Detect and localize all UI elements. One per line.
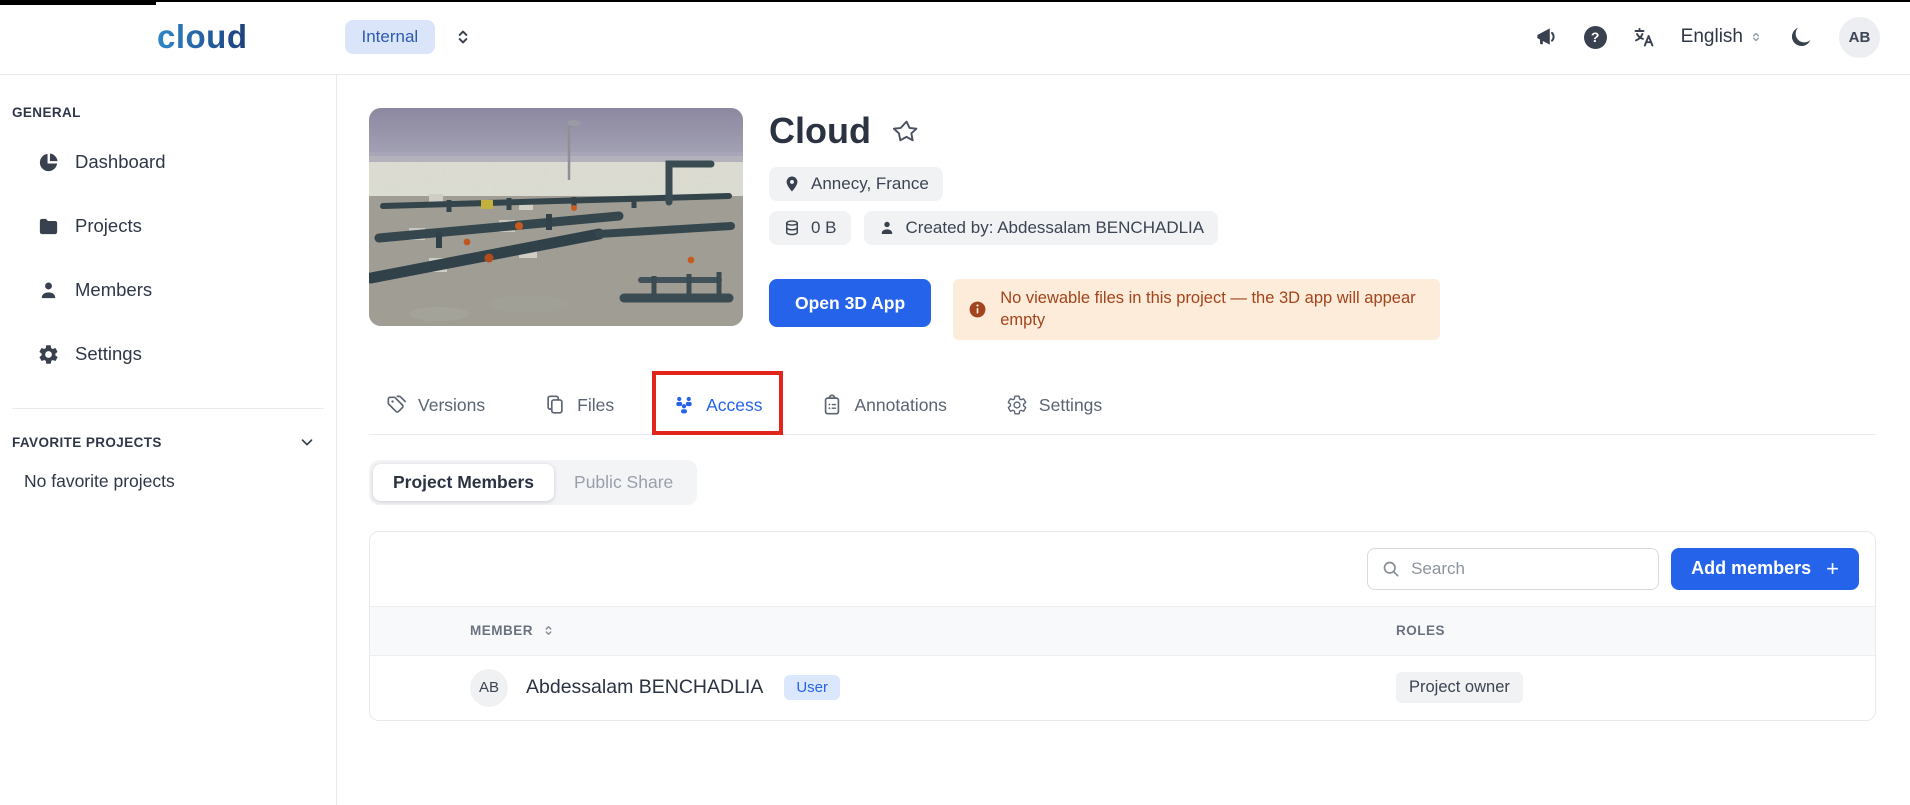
screenshot-top-bar xyxy=(0,0,156,5)
tag-icon xyxy=(385,394,407,416)
subtab-project-members[interactable]: Project Members xyxy=(373,463,555,501)
header-actions: ? English AB xyxy=(1533,16,1880,58)
table-row: AB Abdessalam BENCHADLIA User Project ow… xyxy=(370,655,1875,720)
user-avatar[interactable]: AB xyxy=(1839,16,1880,58)
megaphone-icon[interactable] xyxy=(1533,24,1559,50)
main-content: Cloud Annecy, France 0 B Created by: Abd… xyxy=(337,75,1910,805)
database-icon xyxy=(783,219,801,237)
project-thumbnail xyxy=(369,108,743,326)
tab-label: Files xyxy=(577,394,615,415)
chevron-updown-icon[interactable] xyxy=(453,27,473,47)
pie-chart-icon xyxy=(37,151,60,174)
files-icon xyxy=(544,394,566,416)
search-input[interactable] xyxy=(1411,558,1646,579)
favorites-empty-text: No favorite projects xyxy=(24,471,175,491)
gear-icon xyxy=(37,343,60,366)
sidebar-item-label: Members xyxy=(75,279,153,300)
sidebar-section-general: GENERAL xyxy=(12,105,81,120)
size-text: 0 B xyxy=(811,218,837,237)
tab-annotations[interactable]: Annotations xyxy=(821,394,947,416)
sort-icon xyxy=(541,623,556,638)
sidebar-item-label: Settings xyxy=(75,343,142,364)
sidebar-item-settings[interactable]: Settings xyxy=(0,322,336,386)
created-by-text: Created by: Abdessalam BENCHADLIA xyxy=(905,218,1205,237)
workspace-badge[interactable]: Internal xyxy=(344,20,436,54)
column-header-roles: ROLES xyxy=(1396,623,1446,639)
project-tabs: Versions Files Access Annotations Settin… xyxy=(369,371,1876,436)
dark-mode-icon[interactable] xyxy=(1788,24,1814,50)
member-role-badge: Project owner xyxy=(1396,672,1523,704)
open-3d-app-button[interactable]: Open 3D App xyxy=(769,279,932,327)
person-icon xyxy=(37,279,60,302)
created-by-badge: Created by: Abdessalam BENCHADLIA xyxy=(863,211,1219,245)
warning-text: No viewable files in this project — the … xyxy=(1000,289,1416,330)
tab-access[interactable]: Access xyxy=(652,371,784,436)
column-label: MEMBER xyxy=(470,623,533,639)
tab-label: Versions xyxy=(418,394,486,415)
warning-banner: No viewable files in this project — the … xyxy=(953,279,1441,340)
tab-settings[interactable]: Settings xyxy=(1006,394,1102,416)
tab-label: Access xyxy=(706,394,763,415)
tab-versions[interactable]: Versions xyxy=(385,394,485,416)
app-logo[interactable]: cloud xyxy=(157,18,248,56)
member-avatar: AB xyxy=(470,668,508,707)
sidebar-item-dashboard[interactable]: Dashboard xyxy=(0,130,336,194)
search-box xyxy=(1367,547,1660,590)
translate-icon[interactable] xyxy=(1632,25,1656,49)
sidebar-section-favorites: FAVORITE PROJECTS xyxy=(12,434,162,450)
subtab-public-share[interactable]: Public Share xyxy=(554,464,693,501)
location-badge: Annecy, France xyxy=(769,167,943,201)
language-selector[interactable]: English xyxy=(1681,26,1763,48)
plus-icon: + xyxy=(1826,555,1839,581)
tab-files[interactable]: Files xyxy=(544,394,614,416)
table-header: MEMBER ROLES xyxy=(370,605,1875,656)
search-icon xyxy=(1381,559,1401,579)
members-panel: Add members + MEMBER ROLES AB Abdessalam… xyxy=(369,530,1876,721)
sidebar: GENERAL Dashboard Projects Members Setti… xyxy=(0,75,337,805)
location-text: Annecy, France xyxy=(811,174,929,193)
add-members-button[interactable]: Add members + xyxy=(1671,547,1859,590)
sidebar-item-members[interactable]: Members xyxy=(0,258,336,322)
sidebar-item-label: Dashboard xyxy=(75,151,166,172)
page-title: Cloud xyxy=(769,110,871,151)
top-header: cloud Internal ? English AB xyxy=(0,0,1910,75)
clipboard-icon xyxy=(821,394,843,416)
add-members-label: Add members xyxy=(1691,558,1812,579)
person-icon xyxy=(878,219,896,237)
sidebar-item-label: Projects xyxy=(75,215,142,236)
language-label: English xyxy=(1680,26,1743,47)
sidebar-item-projects[interactable]: Projects xyxy=(0,194,336,258)
screenshot-top-line xyxy=(0,0,1910,2)
folder-icon xyxy=(37,215,60,238)
people-icon xyxy=(673,394,695,416)
chevron-updown-icon xyxy=(1749,30,1763,44)
sidebar-divider xyxy=(12,408,324,409)
gear-icon xyxy=(1006,394,1028,416)
info-icon xyxy=(968,300,987,319)
member-type-badge: User xyxy=(784,675,841,701)
tab-label: Annotations xyxy=(854,394,947,415)
tab-label: Settings xyxy=(1038,394,1103,415)
member-name: Abdessalam BENCHADLIA xyxy=(526,676,764,699)
size-badge: 0 B xyxy=(769,211,851,245)
chevron-down-icon[interactable] xyxy=(298,433,316,451)
location-pin-icon xyxy=(783,175,801,193)
help-icon[interactable]: ? xyxy=(1583,25,1607,49)
workspace-selector[interactable]: Internal xyxy=(344,20,474,54)
access-subtabs: Project Members Public Share xyxy=(369,459,698,505)
column-header-member[interactable]: MEMBER xyxy=(370,623,1396,638)
favorite-star-icon[interactable] xyxy=(892,118,920,145)
